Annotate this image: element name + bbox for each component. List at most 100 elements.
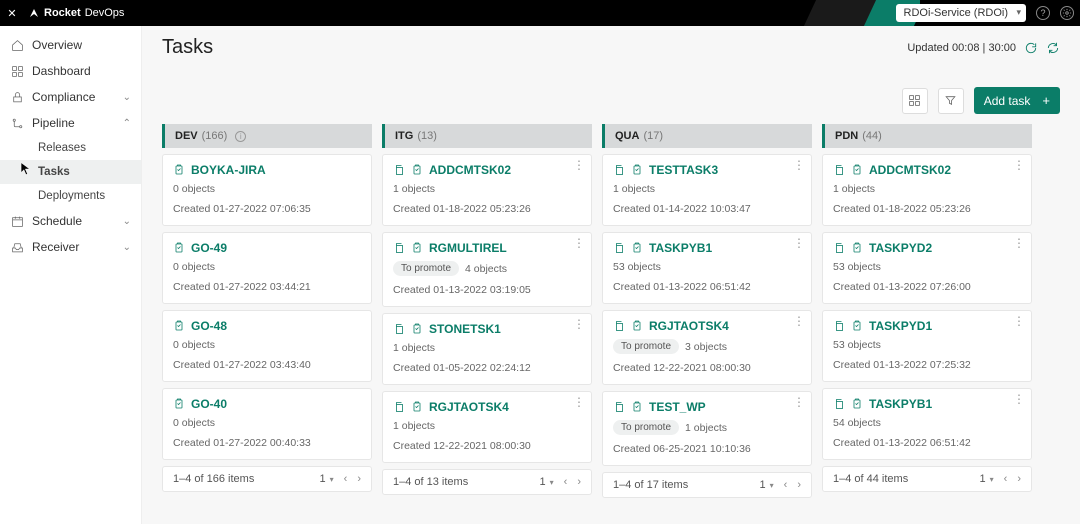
sidebar-item-deployments[interactable]: Deployments: [0, 184, 141, 208]
card-created: Created 01-27-2022 00:40:33: [173, 437, 361, 449]
pager-prev-icon[interactable]: ‹: [784, 479, 788, 491]
help-icon[interactable]: ?: [1036, 6, 1050, 20]
calendar-icon: [10, 214, 24, 228]
cursor-icon: [20, 162, 32, 176]
task-card[interactable]: TASKPYD1⋮53 objectsCreated 01-13-2022 07…: [822, 310, 1032, 382]
card-menu-icon[interactable]: ⋮: [1013, 239, 1025, 247]
card-menu-icon[interactable]: ⋮: [1013, 395, 1025, 403]
card-objects: 1 objects: [685, 422, 727, 434]
pager-next-icon[interactable]: ›: [1017, 473, 1021, 485]
updated-text: Updated 00:08 | 30:00: [907, 42, 1016, 54]
refresh-icon[interactable]: [1024, 41, 1038, 55]
column-count: (44): [862, 130, 882, 142]
clipboard-check-icon: [173, 320, 185, 332]
card-menu-icon[interactable]: ⋮: [1013, 161, 1025, 169]
sidebar-item-pipeline[interactable]: Pipeline ⌃: [0, 110, 141, 136]
sidebar-item-schedule[interactable]: Schedule ⌄: [0, 208, 141, 234]
task-card[interactable]: ADDCMTSK02⋮1 objectsCreated 01-18-2022 0…: [382, 154, 592, 226]
task-card[interactable]: GO-400 objectsCreated 01-27-2022 00:40:3…: [162, 388, 372, 460]
task-card[interactable]: TEST_WP⋮To promote1 objectsCreated 06-25…: [602, 391, 812, 466]
sidebar-item-dashboard[interactable]: Dashboard: [0, 58, 141, 84]
add-task-button[interactable]: Add task +: [974, 87, 1060, 114]
sidebar-item-compliance[interactable]: Compliance ⌄: [0, 84, 141, 110]
card-created: Created 01-13-2022 07:26:00: [833, 281, 1021, 293]
card-menu-icon[interactable]: ⋮: [573, 320, 585, 328]
pager-next-icon[interactable]: ›: [577, 476, 581, 488]
card-menu-icon[interactable]: ⋮: [573, 161, 585, 169]
task-card[interactable]: STONETSK1⋮1 objectsCreated 01-05-2022 02…: [382, 313, 592, 385]
sidebar-item-tasks[interactable]: Tasks: [0, 160, 141, 184]
sidebar-item-overview[interactable]: Overview: [0, 32, 141, 58]
pager-page-select[interactable]: 1: [980, 473, 994, 485]
card-title: TASKPYB1: [869, 397, 932, 411]
card-objects: 54 objects: [833, 417, 1021, 429]
pager-prev-icon[interactable]: ‹: [344, 473, 348, 485]
task-card[interactable]: GO-480 objectsCreated 01-27-2022 03:43:4…: [162, 310, 372, 382]
task-card[interactable]: TASKPYB1 ⋮ 54 objects Created 01-13-2022 06…: [822, 388, 1032, 460]
clipboard-check-icon: [851, 164, 863, 176]
card-title: BOYKA-JIRA: [191, 163, 266, 177]
card-menu-icon[interactable]: ⋮: [793, 398, 805, 406]
task-card[interactable]: ADDCMTSK02⋮1 objectsCreated 01-18-2022 0…: [822, 154, 1032, 226]
card-menu-icon[interactable]: ⋮: [573, 239, 585, 247]
grid-view-icon[interactable]: [902, 88, 928, 114]
card-menu-icon[interactable]: ⋮: [793, 317, 805, 325]
task-card[interactable]: GO-490 objectsCreated 01-27-2022 03:44:2…: [162, 232, 372, 304]
card-menu-icon[interactable]: ⋮: [793, 239, 805, 247]
pager-prev-icon[interactable]: ‹: [1004, 473, 1008, 485]
pager-next-icon[interactable]: ›: [797, 479, 801, 491]
card-objects: 53 objects: [613, 261, 801, 273]
card-menu-icon[interactable]: ⋮: [573, 398, 585, 406]
pager-prev-icon[interactable]: ‹: [564, 476, 568, 488]
pager-page-select[interactable]: 1: [540, 476, 554, 488]
card-title-row: RGJTAOTSK4: [613, 319, 801, 333]
clipboard-check-icon: [173, 242, 185, 254]
pager-page-select[interactable]: 1: [320, 473, 334, 485]
pager-page-select[interactable]: 1: [760, 479, 774, 491]
clipboard-check-icon: [173, 398, 185, 410]
plus-icon: +: [1042, 93, 1050, 108]
settings-icon[interactable]: [1060, 6, 1074, 20]
updated-status: Updated 00:08 | 30:00: [907, 41, 1060, 55]
copy-icon: [833, 320, 845, 332]
card-created: Created 01-13-2022 06:51:42: [833, 437, 1021, 449]
card-menu-icon[interactable]: ⋮: [793, 161, 805, 169]
task-card[interactable]: BOYKA-JIRA0 objectsCreated 01-27-2022 07…: [162, 154, 372, 226]
column-count: (17): [643, 130, 663, 142]
card-title-row: RGMULTIREL: [393, 241, 581, 255]
pager-range: 1–4 of 44 items: [833, 473, 908, 485]
task-card[interactable]: TESTTASK3⋮1 objectsCreated 01-14-2022 10…: [602, 154, 812, 226]
task-card[interactable]: RGMULTIREL⋮To promote4 objectsCreated 01…: [382, 232, 592, 307]
card-created: Created 01-13-2022 03:19:05: [393, 284, 581, 296]
copy-icon: [393, 323, 405, 335]
card-title-row: TASKPYD1: [833, 319, 1021, 333]
sidebar-item-releases[interactable]: Releases: [0, 136, 141, 160]
task-board: DEV (166)iBOYKA-JIRA0 objectsCreated 01-…: [162, 124, 1060, 498]
pager-next-icon[interactable]: ›: [357, 473, 361, 485]
card-title-row: GO-48: [173, 319, 361, 333]
task-card[interactable]: RGJTAOTSK4⋮To promote3 objectsCreated 12…: [602, 310, 812, 385]
card-created: Created 01-18-2022 05:23:26: [833, 203, 1021, 215]
copy-icon: [613, 242, 625, 254]
card-created: Created 01-05-2022 02:24:12: [393, 362, 581, 374]
column-header: ITG (13): [382, 124, 592, 148]
task-card[interactable]: RGJTAOTSK4⋮1 objectsCreated 12-22-2021 0…: [382, 391, 592, 463]
sidebar-label: Schedule: [32, 214, 82, 228]
card-title: GO-48: [191, 319, 227, 333]
sidebar-label: Deployments: [38, 190, 105, 202]
task-card[interactable]: TASKPYB1⋮53 objectsCreated 01-13-2022 06…: [602, 232, 812, 304]
info-icon[interactable]: i: [235, 131, 246, 142]
close-icon[interactable]: ✕: [0, 7, 24, 20]
clipboard-check-icon: [411, 164, 423, 176]
board-column: PDN (44)ADDCMTSK02⋮1 objectsCreated 01-1…: [822, 124, 1032, 498]
sync-icon[interactable]: [1046, 41, 1060, 55]
service-selector[interactable]: RDOi-Service (RDOi): [896, 4, 1027, 22]
task-card[interactable]: TASKPYD2⋮53 objectsCreated 01-13-2022 07…: [822, 232, 1032, 304]
card-title-row: RGJTAOTSK4: [393, 400, 581, 414]
sidebar-item-receiver[interactable]: Receiver ⌄: [0, 234, 141, 260]
clipboard-check-icon: [631, 242, 643, 254]
filter-icon[interactable]: [938, 88, 964, 114]
pager-range: 1–4 of 166 items: [173, 473, 254, 485]
promote-badge: To promote: [613, 339, 679, 354]
card-menu-icon[interactable]: ⋮: [1013, 317, 1025, 325]
